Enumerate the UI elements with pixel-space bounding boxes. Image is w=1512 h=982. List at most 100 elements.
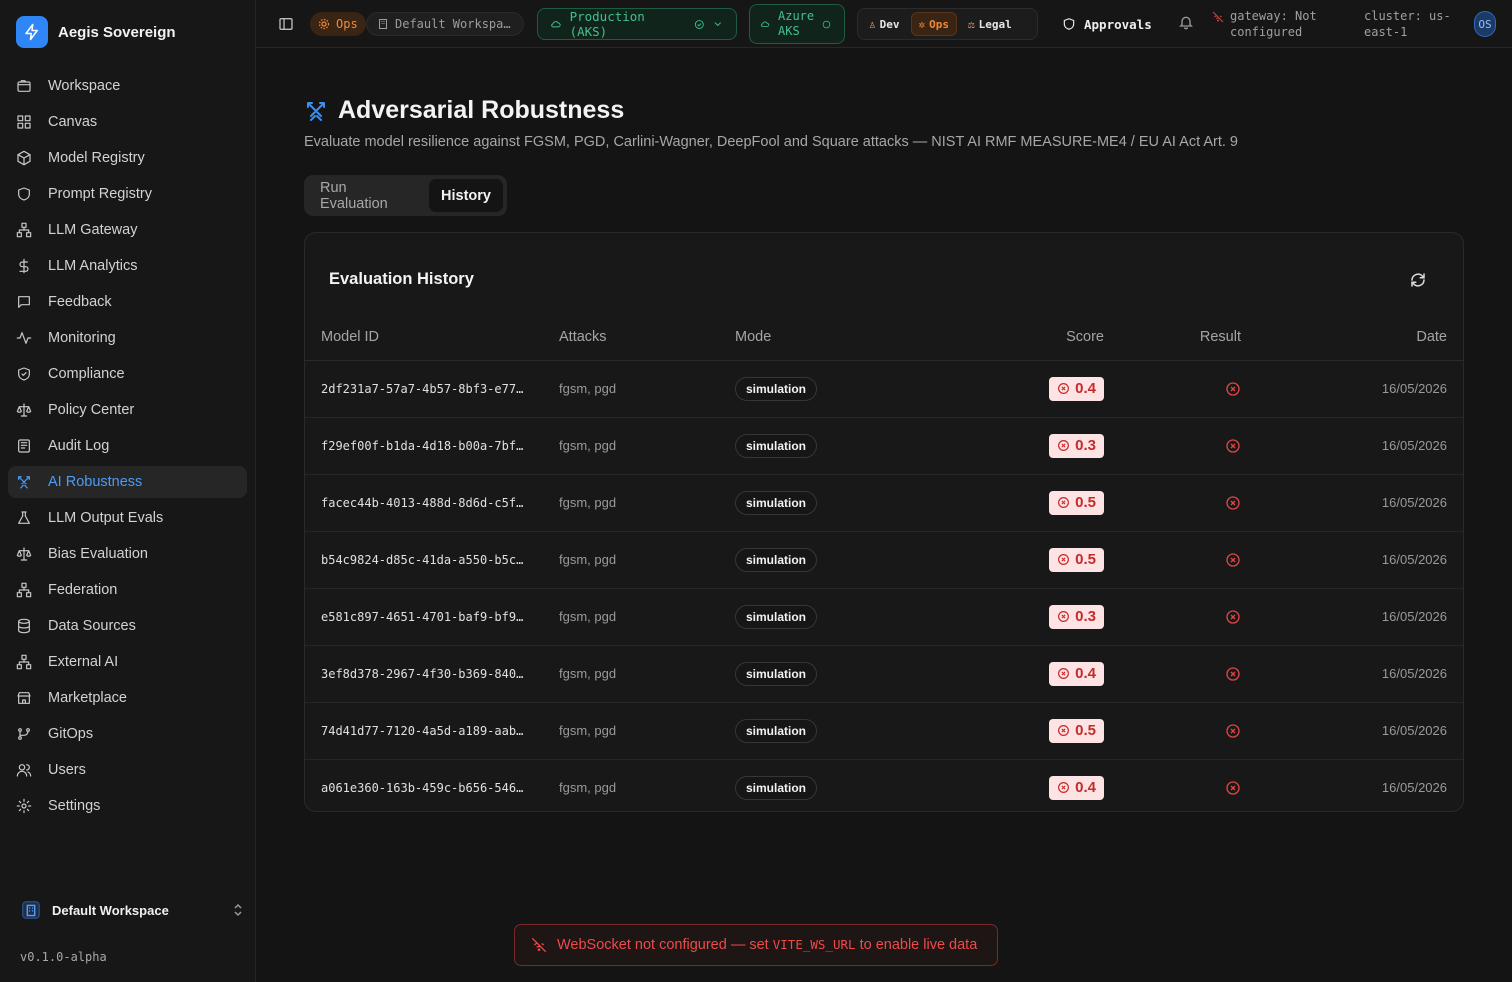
- score-cell: 0.4: [961, 759, 1104, 811]
- bell-icon[interactable]: [1178, 14, 1194, 30]
- sidebar-item-compliance[interactable]: Compliance: [8, 358, 247, 390]
- refresh-icon[interactable]: [1409, 271, 1429, 291]
- x-circle-icon: [1058, 554, 1070, 565]
- table-row[interactable]: 2df231a7-57a7-4b57-8bf3-e77… fgsm, pgd sim…: [305, 360, 1463, 418]
- sidebar-toggle-icon[interactable]: [278, 16, 294, 32]
- sidebar-item-label: AI Robustness: [48, 474, 143, 490]
- x-circle-icon: [1226, 439, 1240, 453]
- table-row[interactable]: 3ef8d378-2967-4f30-b369-840… fgsm, pgd sim…: [305, 645, 1463, 703]
- ops-mode-pill[interactable]: Ops: [310, 12, 366, 36]
- column-header-mode[interactable]: Mode: [735, 315, 961, 361]
- score-badge: 0.5: [1049, 718, 1104, 743]
- lightning-icon: [16, 16, 48, 48]
- table-row[interactable]: e581c897-4651-4701-baf9-bf9… fgsm, pgd sim…: [305, 588, 1463, 646]
- mode-cell: simulation: [735, 474, 961, 532]
- score-value: 0.3: [1075, 437, 1096, 454]
- sidebar-item-label: Compliance: [48, 366, 125, 382]
- column-header-model-id[interactable]: Model ID: [305, 315, 559, 361]
- mode-cell: simulation: [735, 531, 961, 589]
- check-circle-icon: [822, 20, 831, 28]
- network-icon: [16, 222, 32, 238]
- tab-run-evaluation[interactable]: Run Evaluation: [308, 179, 425, 212]
- folder-icon: [17, 80, 31, 92]
- topbar: Ops Default Workspa… Production (AKS) Az…: [256, 0, 1512, 48]
- cloud-provider-pill[interactable]: Azure AKS: [749, 4, 845, 44]
- score-value: 0.5: [1075, 551, 1096, 568]
- activity-icon: [16, 332, 32, 344]
- sidebar-item-bias-evaluation[interactable]: Bias Evaluation: [8, 538, 247, 570]
- sidebar-item-workspace[interactable]: Workspace: [8, 70, 247, 102]
- table-row[interactable]: b54c9824-d85c-41da-a550-b5c… fgsm, pgd sim…: [305, 531, 1463, 589]
- user-avatar[interactable]: OS: [1474, 11, 1496, 37]
- brand[interactable]: Aegis Sovereign: [16, 16, 176, 48]
- mode-badge: simulation: [735, 604, 818, 629]
- table-row[interactable]: a061e360-163b-459c-b656-546… fgsm, pgd sim…: [305, 759, 1463, 811]
- score-cell: 0.5: [961, 474, 1104, 532]
- workspace-pill[interactable]: Default Workspa…: [366, 12, 524, 36]
- attacks-cell: fgsm, pgd: [559, 702, 735, 760]
- sidebar-item-external-ai[interactable]: External AI: [8, 646, 247, 678]
- persona-dev[interactable]: ♙ Dev: [862, 12, 907, 36]
- column-header-attacks[interactable]: Attacks: [559, 315, 735, 361]
- sidebar-item-ai-robustness[interactable]: AI Robustness: [8, 466, 247, 498]
- sidebar-item-feedback[interactable]: Feedback: [8, 286, 247, 318]
- sidebar-item-federation[interactable]: Federation: [8, 574, 247, 606]
- environment-selector[interactable]: Production (AKS): [537, 8, 737, 40]
- table-row[interactable]: facec44b-4013-488d-8d6d-c5f… fgsm, pgd sim…: [305, 474, 1463, 532]
- persona-ops[interactable]: ✲ Ops: [910, 12, 957, 36]
- cluster-status-line2: east-1: [1364, 25, 1408, 39]
- sidebar-item-llm-gateway[interactable]: LLM Gateway: [8, 214, 247, 246]
- sidebar-item-monitoring[interactable]: Monitoring: [8, 322, 247, 354]
- table-row[interactable]: 74d41d77-7120-4a5d-a189-aab… fgsm, pgd sim…: [305, 702, 1463, 760]
- sidebar-item-label: Feedback: [48, 294, 112, 310]
- persona-dev-label: Dev: [879, 17, 900, 31]
- sidebar-item-audit-log[interactable]: Audit Log: [8, 430, 247, 462]
- mode-badge: simulation: [735, 547, 818, 572]
- chevron-up-down-icon: [234, 903, 242, 917]
- x-circle-icon: [1226, 781, 1240, 795]
- cloud-icon: [761, 21, 770, 27]
- result-cell: [1104, 645, 1249, 703]
- x-circle-icon: [1058, 782, 1070, 794]
- log-icon: [18, 439, 30, 453]
- date-cell: 16/05/2026: [1249, 417, 1463, 475]
- date-cell: 16/05/2026: [1381, 780, 1447, 796]
- workspace-switcher[interactable]: Default Workspace: [12, 892, 244, 928]
- sidebar-item-label: Federation: [48, 582, 118, 598]
- sidebar-item-canvas[interactable]: Canvas: [8, 106, 247, 138]
- result-cell: [1104, 702, 1249, 760]
- column-header-score[interactable]: Score: [961, 315, 1104, 361]
- x-circle-icon: [1058, 668, 1070, 679]
- sidebar-item-marketplace[interactable]: Marketplace: [8, 682, 247, 714]
- sidebar-item-llm-analytics[interactable]: LLM Analytics: [8, 250, 247, 282]
- sidebar-item-settings[interactable]: Settings: [8, 790, 247, 822]
- table-row[interactable]: f29ef00f-b1da-4d18-b00a-7bf… fgsm, pgd sim…: [305, 417, 1463, 475]
- history-table: Model ID Attacks Mode Score Result Date …: [305, 315, 1463, 811]
- score-cell: 0.4: [961, 360, 1104, 418]
- model-id-cell: 3ef8d378-2967-4f30-b369-840…: [305, 645, 559, 703]
- scale-icon: [16, 547, 32, 561]
- sidebar-item-data-sources[interactable]: Data Sources: [8, 610, 247, 642]
- person-icon: ♙: [869, 17, 876, 31]
- persona-legal[interactable]: ⚖ Legal: [961, 12, 1019, 36]
- sidebar-item-users[interactable]: Users: [8, 754, 247, 786]
- wifi-off-icon: [531, 937, 547, 953]
- scale-icon: ⚖: [968, 17, 975, 31]
- sidebar-item-prompt-registry[interactable]: Prompt Registry: [8, 178, 247, 210]
- gateway-status-text: gateway: Not configured: [1230, 8, 1317, 40]
- sidebar-item-policy-center[interactable]: Policy Center: [8, 394, 247, 426]
- network-icon: [16, 582, 32, 598]
- table-header-row: Model ID Attacks Mode Score Result Date: [305, 315, 1463, 361]
- tab-history[interactable]: History: [429, 179, 503, 212]
- sidebar-item-gitops[interactable]: GitOps: [8, 718, 247, 750]
- persona-ops-label: Ops: [929, 17, 949, 31]
- score-value: 0.3: [1075, 608, 1096, 625]
- column-header-date[interactable]: Date: [1249, 315, 1463, 361]
- sidebar-item-model-registry[interactable]: Model Registry: [8, 142, 247, 174]
- sidebar-item-label: LLM Output Evals: [48, 510, 164, 526]
- approvals-button[interactable]: Approvals: [1062, 12, 1152, 36]
- column-header-result[interactable]: Result: [1104, 315, 1249, 361]
- score-badge: 0.4: [1049, 661, 1104, 686]
- sidebar-item-llm-output-evals[interactable]: LLM Output Evals: [8, 502, 247, 534]
- sidebar-item-label: LLM Gateway: [48, 222, 138, 238]
